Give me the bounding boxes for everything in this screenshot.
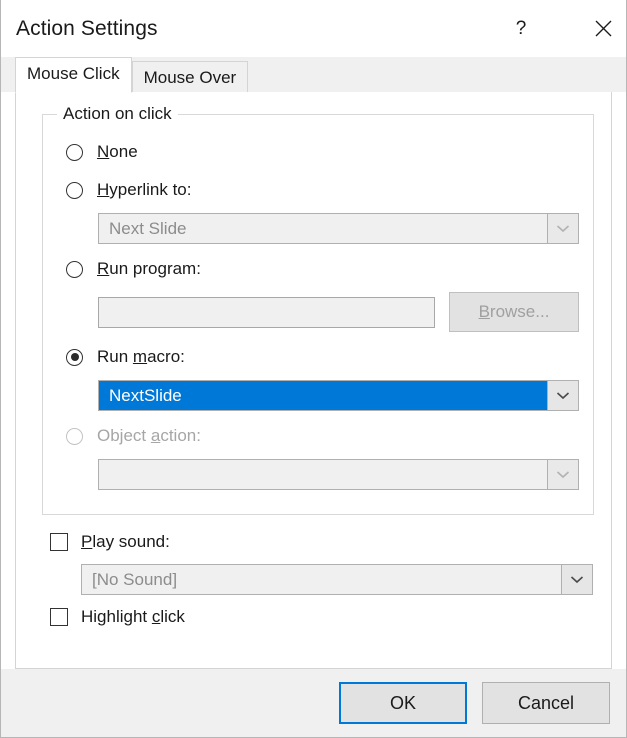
radio-hyperlink-to-label: Hyperlink to: (97, 180, 191, 200)
close-icon[interactable] (580, 6, 626, 52)
radio-object-action (66, 427, 83, 445)
run-macro-combo[interactable]: NextSlide (98, 380, 579, 411)
chevron-down-icon (547, 460, 578, 489)
radio-run-program-text: un program: (109, 259, 201, 278)
tab-panel-mouse-click: Action on click None Hyperlink to: Next … (15, 92, 612, 669)
radio-object-action-accel: a (150, 426, 161, 445)
tab-mouse-over-label: Mouse Over (143, 68, 237, 87)
action-on-click-groupbox: Action on click None Hyperlink to: Next … (42, 104, 594, 515)
radio-row-hyperlink[interactable]: Hyperlink to: (57, 171, 579, 209)
cancel-button-label: Cancel (517, 692, 575, 713)
radio-row-run-macro[interactable]: Run macro: (57, 338, 579, 376)
radio-none-text: one (109, 142, 138, 161)
highlight-click-label: Highlight click (81, 607, 185, 627)
highlight-click-row[interactable]: Highlight click (50, 600, 597, 634)
radio-run-program-label: Run program: (97, 259, 201, 279)
object-action-combo-row (98, 459, 579, 490)
groupbox-legend: Action on click (57, 104, 178, 124)
radio-none[interactable] (66, 143, 83, 161)
sound-combo-value: [No Sound] (82, 565, 561, 594)
browse-button-label: rowse... (489, 302, 550, 321)
chevron-down-icon[interactable] (561, 565, 592, 594)
hyperlink-to-combo[interactable]: Next Slide (98, 213, 579, 244)
radio-none-accel: N (97, 142, 110, 161)
radio-row-none[interactable]: None (57, 133, 579, 171)
highlight-click-checkbox[interactable] (50, 608, 68, 626)
dialog-title: Action Settings (16, 16, 158, 40)
tab-mouse-over[interactable]: Mouse Over (131, 61, 249, 92)
tab-mouse-click[interactable]: Mouse Click (15, 57, 132, 93)
radio-hyperlink-accel: H (97, 180, 110, 199)
sound-combo-row: [No Sound] (81, 564, 593, 595)
object-action-combo-value (99, 460, 547, 489)
radio-row-object-action: Object action: (57, 417, 579, 455)
radio-object-action-text: ction: (160, 426, 201, 445)
radio-object-action-label: Object action: (97, 426, 201, 446)
chevron-down-icon[interactable] (547, 214, 578, 243)
action-settings-dialog: Action Settings ? Mouse Click Mouse Over (0, 0, 627, 738)
sound-combo[interactable]: [No Sound] (81, 564, 593, 595)
run-program-input[interactable] (98, 296, 435, 328)
browse-button[interactable]: Browse... (449, 292, 579, 332)
play-sound-checkbox[interactable] (50, 533, 68, 551)
run-macro-combo-value: NextSlide (99, 381, 547, 410)
hyperlink-to-combo-value: Next Slide (99, 214, 547, 243)
radio-row-run-program[interactable]: Run program: (57, 250, 579, 288)
radio-run-program-accel: R (97, 259, 110, 278)
play-sound-text: lay sound: (92, 532, 170, 551)
radio-hyperlink-text: yperlink to: (109, 180, 192, 199)
chevron-down-icon[interactable] (547, 381, 578, 410)
dialog-footer: OK Cancel (1, 669, 626, 737)
run-program-row: Browse... (98, 292, 579, 332)
tab-mouse-click-label: Mouse Click (27, 64, 120, 83)
radio-run-macro-prefix: Run (97, 347, 133, 366)
play-sound-row[interactable]: Play sound: (50, 525, 597, 559)
radio-hyperlink-to[interactable] (66, 181, 83, 199)
radio-run-macro-accel: m (132, 347, 148, 366)
object-action-combo (98, 459, 579, 490)
run-macro-combo-row: NextSlide (98, 380, 579, 411)
radio-run-program[interactable] (66, 260, 83, 278)
highlight-click-text: lick (160, 607, 185, 626)
highlight-click-prefix: Highlight (81, 607, 152, 626)
play-sound-accel: P (81, 532, 93, 551)
radio-run-macro-text: acro: (147, 347, 185, 366)
ok-button-label: OK (389, 692, 416, 713)
hyperlink-combo-row: Next Slide (98, 213, 579, 244)
ok-button[interactable]: OK (339, 682, 467, 724)
tab-strip: Mouse Click Mouse Over (1, 57, 626, 93)
play-sound-label: Play sound: (81, 532, 170, 552)
browse-button-accel: B (478, 302, 490, 321)
title-bar: Action Settings ? (1, 0, 626, 57)
radio-run-macro[interactable] (66, 348, 83, 366)
help-icon[interactable]: ? (498, 6, 544, 52)
cancel-button[interactable]: Cancel (482, 682, 610, 724)
radio-run-macro-label: Run macro: (97, 347, 185, 367)
radio-none-label: None (97, 142, 138, 162)
title-bar-buttons: ? (498, 0, 626, 57)
radio-object-action-prefix: Object (97, 426, 151, 445)
